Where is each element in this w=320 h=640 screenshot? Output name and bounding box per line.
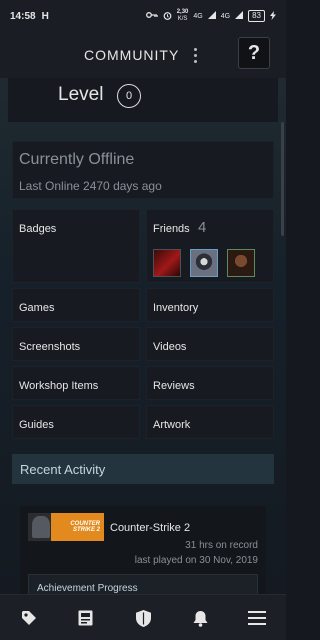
level-label: Level	[58, 84, 104, 105]
bell-icon[interactable]	[187, 605, 213, 631]
achievement-progress-label: Achievement Progress	[37, 583, 138, 594]
network-speed: 2,30 K/S	[176, 9, 189, 22]
app-notification-icon: H	[41, 10, 49, 22]
reviews-label: Reviews	[153, 380, 195, 392]
badges-label: Badges	[19, 223, 57, 235]
friends-label: Friends	[153, 223, 190, 235]
friends-tile[interactable]: Friends 4	[146, 209, 274, 283]
app-header: COMMUNITY ?	[0, 32, 286, 78]
game-logo-figure	[32, 516, 50, 538]
shield-icon[interactable]	[130, 605, 156, 631]
game-name[interactable]: Counter-Strike 2	[110, 522, 190, 534]
bottom-navigation	[0, 594, 286, 640]
status-indicators: 2,30 K/S 4G 4G 83	[145, 9, 276, 23]
recent-activity-title: Recent Activity	[20, 462, 106, 477]
menu-icon[interactable]	[244, 605, 270, 631]
alarm-icon	[163, 11, 172, 22]
tag-icon[interactable]	[16, 605, 42, 631]
games-label: Games	[19, 302, 55, 314]
help-button[interactable]: ?	[238, 37, 270, 69]
reviews-tile[interactable]: Reviews	[146, 366, 274, 400]
news-icon[interactable]	[72, 605, 98, 631]
online-status-card: Currently Offline Last Online 2470 days …	[12, 141, 274, 199]
signal-icon-secondary	[235, 11, 244, 21]
games-tile[interactable]: Games	[12, 288, 140, 322]
game-last-played: last played on 30 Nov, 2019	[134, 555, 258, 566]
artwork-tile[interactable]: Artwork	[146, 405, 274, 439]
videos-label: Videos	[153, 341, 187, 353]
recent-activity-header: Recent Activity	[12, 454, 274, 484]
signal-4g: 4G	[193, 12, 203, 20]
profile-content[interactable]: Level 0 Currently Offline Last Online 24…	[0, 78, 286, 600]
screenshots-label: Screenshots	[19, 341, 81, 353]
key-icon	[145, 11, 158, 21]
recent-game-card[interactable]: COUNTER STRIKE 2 Counter-Strike 2 31 hrs…	[20, 506, 266, 600]
scrollbar[interactable]	[281, 122, 284, 236]
game-logo-text: COUNTER STRIKE 2	[70, 521, 100, 533]
battery-indicator: 83	[248, 10, 265, 22]
status-bar: 14:58 H 2,30 K/S 4G 4G 83	[0, 0, 286, 32]
status-time: 14:58	[10, 10, 36, 22]
workshop-items-tile[interactable]: Workshop Items	[12, 366, 140, 400]
friend-avatar[interactable]	[227, 249, 255, 277]
signal-4g-secondary: 4G	[220, 12, 231, 20]
signal-icon	[207, 11, 216, 21]
game-hours: 31 hrs on record	[185, 540, 258, 551]
inventory-tile[interactable]: Inventory	[146, 288, 274, 322]
screenshots-tile[interactable]: Screenshots	[12, 327, 140, 361]
inventory-label: Inventory	[153, 302, 199, 314]
last-online-text: Last Online 2470 days ago	[19, 179, 162, 193]
online-state: Currently Offline	[19, 151, 135, 168]
guides-label: Guides	[19, 419, 54, 431]
friend-avatar[interactable]	[153, 249, 181, 277]
videos-tile[interactable]: Videos	[146, 327, 274, 361]
friend-avatar[interactable]	[190, 249, 218, 277]
badges-tile[interactable]: Badges	[12, 209, 140, 283]
friends-count: 4	[198, 219, 207, 236]
game-logo[interactable]: COUNTER STRIKE 2	[28, 513, 104, 541]
workshop-items-label: Workshop Items	[19, 380, 99, 392]
level-badge: 0	[117, 84, 141, 108]
page-title: COMMUNITY	[84, 47, 180, 63]
more-options-icon[interactable]	[190, 45, 200, 65]
charging-icon	[270, 10, 276, 22]
guides-tile[interactable]: Guides	[12, 405, 140, 439]
level-card: Level 0	[8, 78, 278, 122]
artwork-label: Artwork	[153, 419, 191, 431]
